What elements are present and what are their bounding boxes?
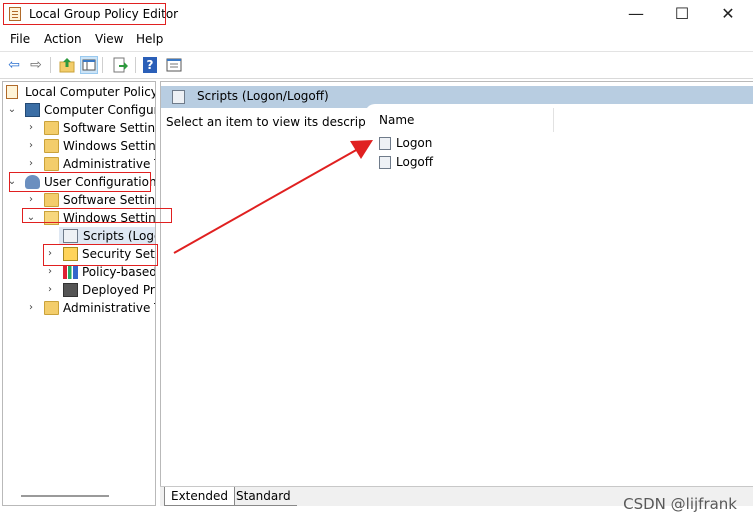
script-icon [379,156,391,169]
policy-document-icon [6,85,18,99]
toolbar-separator [135,57,136,73]
printer-icon [63,283,78,297]
chevron-right-icon[interactable]: › [26,137,36,155]
list-item-label: Logon [396,136,433,150]
tab-extended[interactable]: Extended [164,487,235,506]
maximize-button[interactable]: ☐ [659,0,705,28]
tree-item-label: Software Settings [63,121,156,135]
tree-pane[interactable]: Local Computer Policy ⌄ Computer Configu… [2,81,156,506]
details-pane: Scripts (Logon/Logoff) Select an item to… [160,81,753,506]
list-item-label: Logoff [396,155,434,169]
annotation-box-security-settings [43,244,158,266]
tree-item-label: Administrative Te [63,157,155,171]
export-list-icon[interactable] [111,56,129,74]
tree-item-label: Software Settings [63,193,156,207]
annotation-box-title [3,3,166,25]
tree-item-label: Computer Configura [44,103,156,117]
menu-file[interactable]: File [10,32,30,46]
annotation-box-user-configuration [9,172,151,192]
back-arrow-icon[interactable]: ⇦ [5,56,23,74]
chevron-right-icon[interactable]: › [45,281,55,299]
chevron-right-icon[interactable]: › [26,119,36,137]
chevron-right-icon[interactable]: › [26,191,36,209]
tab-standard[interactable]: Standard [230,487,297,506]
items-list[interactable]: Name Logon Logoff [365,104,753,484]
watermark-text: CSDN @lijfrank [623,495,737,513]
folder-icon [44,157,59,171]
chevron-right-icon[interactable]: › [26,299,36,317]
folder-icon [44,121,59,135]
minimize-button[interactable]: — [613,0,659,28]
folder-icon [44,139,59,153]
tree-item-scripts-logon-logoff[interactable]: Scripts (Logon [59,227,155,245]
toolbar-separator [102,57,103,73]
tree-item-label: Local Computer Policy [25,85,156,99]
tree-item-label: Deployed Prir [82,283,156,297]
properties-icon[interactable] [165,56,183,74]
show-hide-tree-icon[interactable] [80,56,98,74]
chevron-right-icon[interactable]: › [26,155,36,173]
up-folder-icon[interactable] [58,56,76,74]
script-icon [379,137,391,150]
forward-arrow-icon[interactable]: ⇨ [27,56,45,74]
column-header-name[interactable]: Name [379,113,414,127]
annotation-box-windows-settings [22,208,172,223]
details-header-title: Scripts (Logon/Logoff) [197,89,329,103]
tree-item-label: Administrative Te [63,301,155,315]
chevron-down-icon[interactable]: ⌄ [7,101,17,119]
toolbar: ⇦ ⇨ ? [0,51,753,79]
horizontal-scrollbar[interactable] [21,495,109,497]
menu-help[interactable]: Help [136,32,163,46]
tree-item-label: Windows Setting [63,139,156,153]
column-separator[interactable] [553,108,554,132]
menu-bar: File Action View Help [0,30,753,50]
computer-icon [25,103,40,117]
menu-action[interactable]: Action [44,32,82,46]
help-icon[interactable]: ? [143,57,157,73]
description-text: Select an item to view its description. [166,115,393,129]
folder-icon [44,301,59,315]
toolbar-separator [50,57,51,73]
bar-chart-icon [63,265,78,279]
menu-view[interactable]: View [95,32,123,46]
tree-item-label: Scripts (Logon [83,229,155,243]
close-button[interactable]: ✕ [705,0,751,28]
folder-icon [44,193,59,207]
script-icon [172,90,185,104]
script-icon [63,229,78,243]
